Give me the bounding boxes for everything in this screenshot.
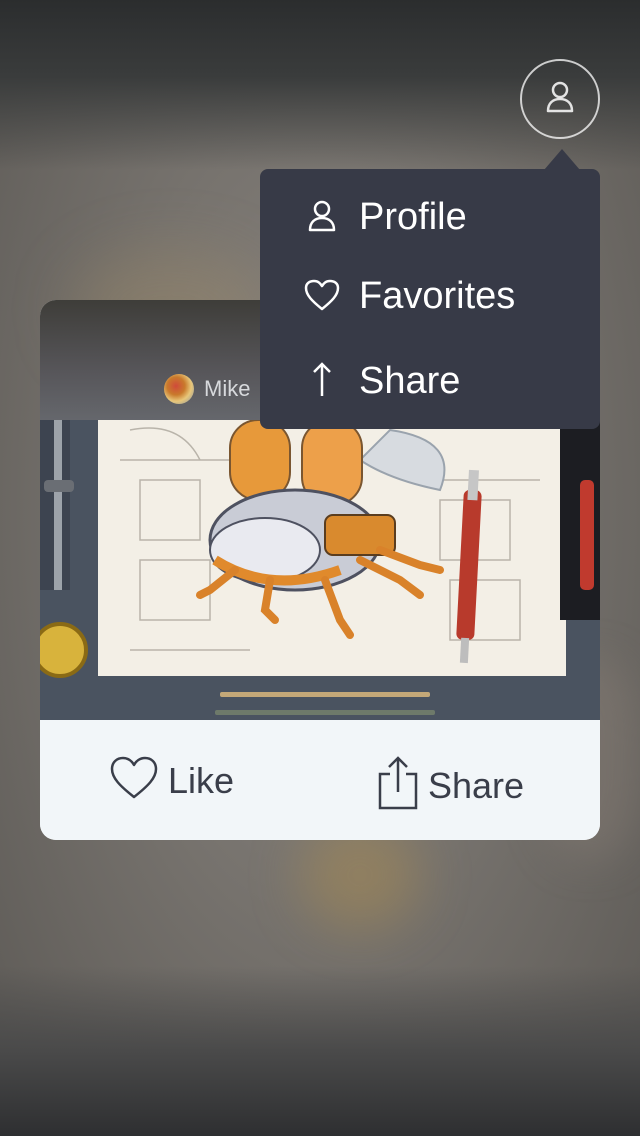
share-button[interactable]: Share: [378, 756, 524, 815]
menu-caret: [544, 149, 580, 170]
profile-button[interactable]: [520, 59, 600, 139]
user-icon: [304, 198, 340, 234]
author-name[interactable]: Mike: [204, 376, 250, 402]
share-label: Share: [428, 764, 525, 806]
arrow-up-icon: [304, 362, 340, 398]
author-info[interactable]: Mike: [164, 374, 250, 404]
user-icon: [545, 81, 575, 118]
like-button[interactable]: Like: [110, 756, 234, 805]
menu-item-share[interactable]: Share: [260, 340, 600, 420]
post-image[interactable]: [40, 420, 600, 720]
menu-item-favorites[interactable]: Favorites: [260, 255, 600, 335]
heart-icon: [110, 756, 158, 805]
menu-item-label: Favorites: [359, 275, 516, 317]
menu-item-profile[interactable]: Profile: [260, 176, 600, 256]
share-icon: [378, 756, 418, 815]
menu-item-label: Profile: [359, 196, 467, 238]
like-label: Like: [168, 759, 235, 801]
blurred-background-bottom: [0, 966, 640, 1136]
heart-icon: [304, 277, 340, 313]
author-avatar[interactable]: [164, 374, 194, 404]
menu-item-label: Share: [359, 360, 461, 402]
card-actions: Like Share: [40, 720, 600, 840]
